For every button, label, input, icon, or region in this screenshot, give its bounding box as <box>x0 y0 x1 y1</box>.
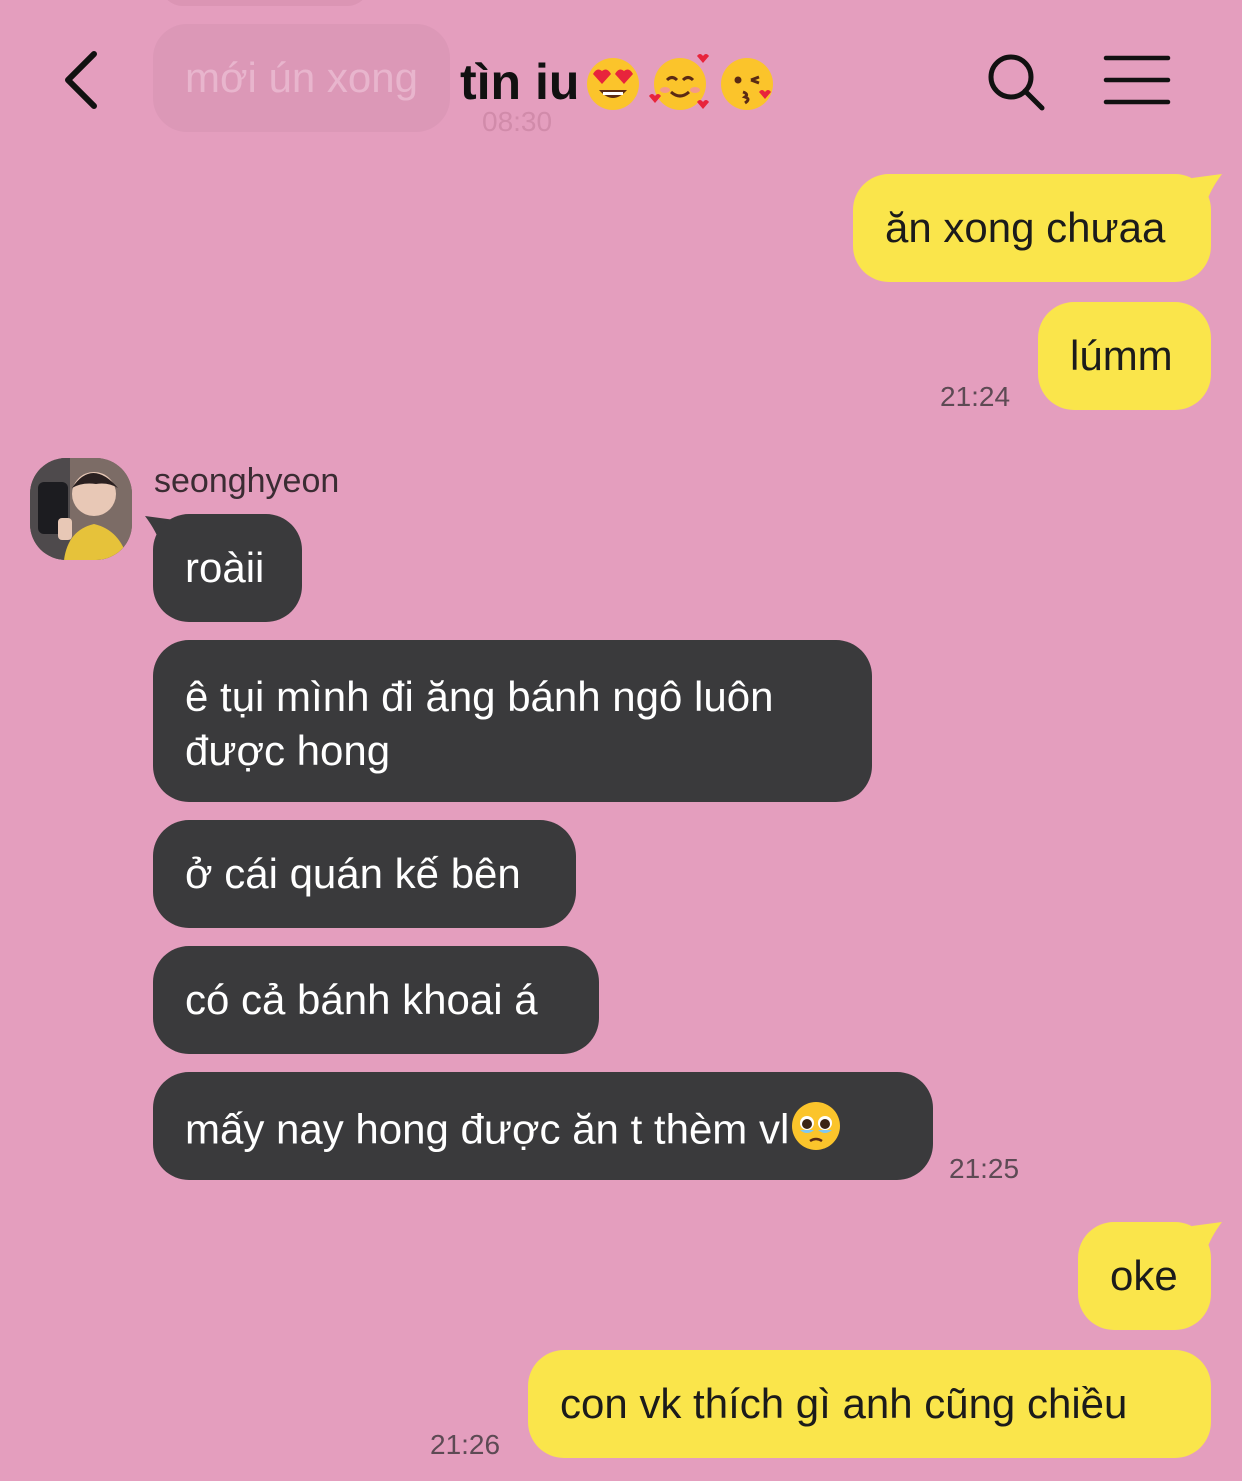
incoming-message[interactable]: có cả bánh khoai á <box>153 946 599 1054</box>
sender-name: seonghyeon <box>154 462 340 500</box>
message-timestamp: 21:24 <box>940 381 1011 412</box>
message-text-line: ê tụi mình đi ăng bánh ngô luôn <box>185 673 774 720</box>
chevron-left-icon <box>65 51 97 109</box>
hamburger-menu-icon <box>1103 55 1171 105</box>
message-text: ăn xong chưaa <box>885 204 1166 251</box>
outgoing-message[interactable]: lúmm <box>1038 302 1211 410</box>
message-text-line: được hong <box>185 727 391 774</box>
incoming-message[interactable]: ở cái quán kế bên <box>153 820 576 928</box>
avatar[interactable] <box>30 458 132 560</box>
back-button[interactable] <box>48 40 118 120</box>
pleading-face-emoji <box>789 1099 843 1166</box>
message-text: oke <box>1110 1252 1178 1299</box>
profile-photo <box>30 458 132 560</box>
outgoing-message[interactable]: oke <box>1078 1222 1211 1330</box>
message-text: ở cái quán kế bên <box>185 850 521 897</box>
chat-title-text: tìn iu <box>460 54 580 110</box>
message-timestamp: 21:25 <box>949 1153 1020 1184</box>
incoming-message[interactable]: mấy nay hong được ăn t thèm vl <box>153 1072 933 1180</box>
chat-title: tìn iu <box>460 52 777 125</box>
message-text: có cả bánh khoai á <box>185 976 538 1023</box>
menu-button[interactable] <box>1102 52 1172 108</box>
smiling-hearts-emoji <box>647 52 713 125</box>
message-text: con vk thích gì anh cũng chiều <box>560 1380 1128 1427</box>
kissing-heart-emoji <box>717 52 777 125</box>
incoming-message[interactable]: roàii <box>153 514 302 622</box>
incoming-message[interactable]: ê tụi mình đi ăng bánh ngô luôn được hon… <box>153 640 872 802</box>
message-text: lúmm <box>1070 332 1173 379</box>
message-timestamp: 21:26 <box>430 1429 501 1460</box>
search-icon <box>988 54 1045 111</box>
search-button[interactable] <box>984 50 1048 114</box>
outgoing-message[interactable]: con vk thích gì anh cũng chiều <box>528 1350 1211 1458</box>
message-text: mấy nay hong được ăn t thèm vl <box>185 1105 790 1153</box>
heart-eyes-emoji <box>583 52 643 125</box>
message-text: roàii <box>185 544 265 591</box>
outgoing-message[interactable]: ăn xong chưaa <box>853 174 1211 282</box>
chat-header: tìn iu <box>0 0 1242 160</box>
